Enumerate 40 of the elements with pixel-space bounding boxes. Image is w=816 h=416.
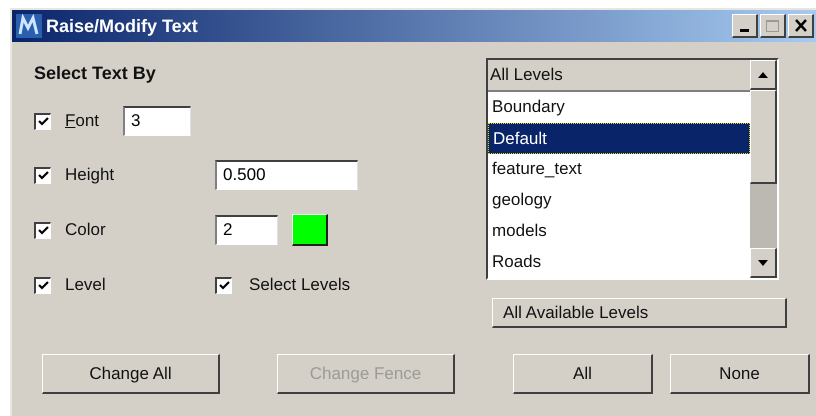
checkbox[interactable] bbox=[34, 276, 51, 294]
checkbox-label: Color bbox=[65, 219, 106, 242]
scrollbar[interactable] bbox=[750, 60, 777, 278]
dialog-button[interactable]: None bbox=[670, 354, 810, 394]
check-icon bbox=[38, 170, 48, 181]
minimize-button[interactable] bbox=[732, 14, 758, 38]
section-title: Select Text By bbox=[34, 62, 157, 85]
checkbox[interactable] bbox=[34, 112, 51, 130]
list-item[interactable]: Roads bbox=[488, 247, 750, 278]
up-arrow-icon bbox=[758, 72, 768, 78]
checkbox-label: Height bbox=[65, 164, 114, 186]
dialog-button[interactable]: Change All bbox=[42, 354, 220, 394]
checkbox-label: Font bbox=[65, 110, 100, 132]
maximize-button[interactable] bbox=[760, 14, 786, 38]
check-icon bbox=[38, 116, 48, 127]
window-title: Raise/Modify Text bbox=[46, 14, 198, 38]
color-field[interactable]: 2 bbox=[215, 215, 278, 245]
list-item[interactable]: models bbox=[488, 216, 750, 247]
dialog-button[interactable]: All bbox=[513, 354, 653, 394]
checkbox[interactable] bbox=[34, 166, 51, 184]
checkbox[interactable] bbox=[215, 276, 232, 294]
close-icon bbox=[794, 19, 808, 32]
checkbox[interactable] bbox=[34, 222, 51, 238]
check-icon bbox=[218, 280, 230, 291]
check-icon bbox=[38, 280, 48, 291]
checkbox-label: Select Levels bbox=[249, 274, 350, 296]
list-item[interactable]: feature_text bbox=[488, 154, 750, 185]
check-icon bbox=[38, 225, 48, 236]
list-item[interactable]: Boundary bbox=[488, 92, 750, 123]
checkbox-label: Level bbox=[65, 274, 106, 296]
list-item[interactable]: geology bbox=[488, 185, 750, 216]
color-swatch[interactable] bbox=[292, 214, 328, 246]
height-field[interactable]: 0.500 bbox=[215, 160, 358, 190]
list-header[interactable]: All Levels bbox=[488, 60, 750, 92]
all-available-levels-button[interactable]: All Available Levels bbox=[492, 298, 787, 328]
close-button[interactable] bbox=[788, 14, 814, 38]
font-field[interactable]: 3 bbox=[123, 106, 192, 136]
app-icon bbox=[16, 14, 42, 38]
down-arrow-icon bbox=[758, 260, 768, 266]
list-item[interactable]: Default bbox=[488, 123, 750, 154]
